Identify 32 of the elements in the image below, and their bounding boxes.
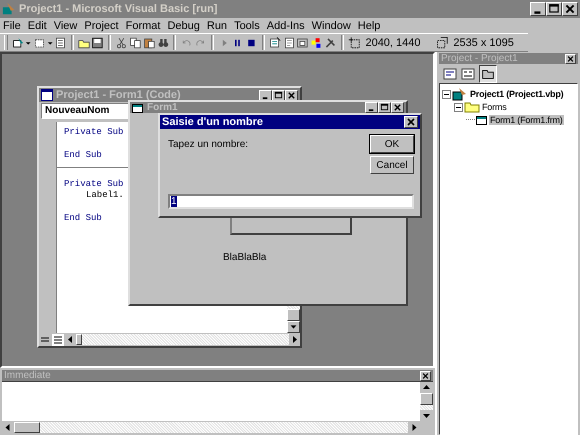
code-line: Private Sub xyxy=(64,178,124,190)
immediate-title: Immediate xyxy=(4,370,51,381)
code-window-title: Project1 - Form1 (Code) xyxy=(56,89,181,101)
menu-item[interactable]: Debug xyxy=(167,20,200,32)
cancel-button[interactable]: Cancel xyxy=(370,156,414,174)
menu-item[interactable]: Help xyxy=(358,20,380,32)
prompt-text: Tapez un nombre: xyxy=(168,139,248,150)
code-line: End Sub xyxy=(64,213,102,224)
window-title: Project1 - Microsoft Visual Basic [run] xyxy=(19,3,218,15)
tree-item[interactable]: Forms xyxy=(481,102,508,112)
code-line: Private Sub xyxy=(64,127,124,138)
menu-item[interactable]: View xyxy=(54,20,78,32)
menu-item[interactable]: Project xyxy=(84,20,119,32)
position-readout: 2040, 1440 xyxy=(365,36,421,48)
menu-item[interactable]: Edit xyxy=(28,20,47,32)
menu-item[interactable]: Tools xyxy=(234,20,260,32)
menu-item[interactable]: Add-Ins xyxy=(266,20,305,32)
dialog-title: Saisie d'un nombre xyxy=(162,116,264,128)
code-line: Label1. xyxy=(86,190,124,202)
form-label: BlaBlaBla xyxy=(223,252,266,263)
menu-item[interactable]: Window xyxy=(312,20,351,32)
ok-button[interactable]: OK xyxy=(370,135,414,153)
project-title: Project - Project1 xyxy=(441,53,518,64)
menu-item[interactable]: Format xyxy=(126,20,160,32)
tree-item[interactable]: Project1 (Project1.vbp) xyxy=(469,89,564,99)
tree-item[interactable]: Form1 (Form1.frm) xyxy=(489,115,564,125)
form-title: Form1 xyxy=(147,102,178,113)
input-field[interactable]: 1 xyxy=(168,194,414,209)
menu-item[interactable]: File xyxy=(3,20,21,32)
code-line: End Sub xyxy=(64,150,102,162)
size-readout: 2535 x 1095 xyxy=(453,36,514,48)
menu-item[interactable]: Run xyxy=(206,20,228,32)
